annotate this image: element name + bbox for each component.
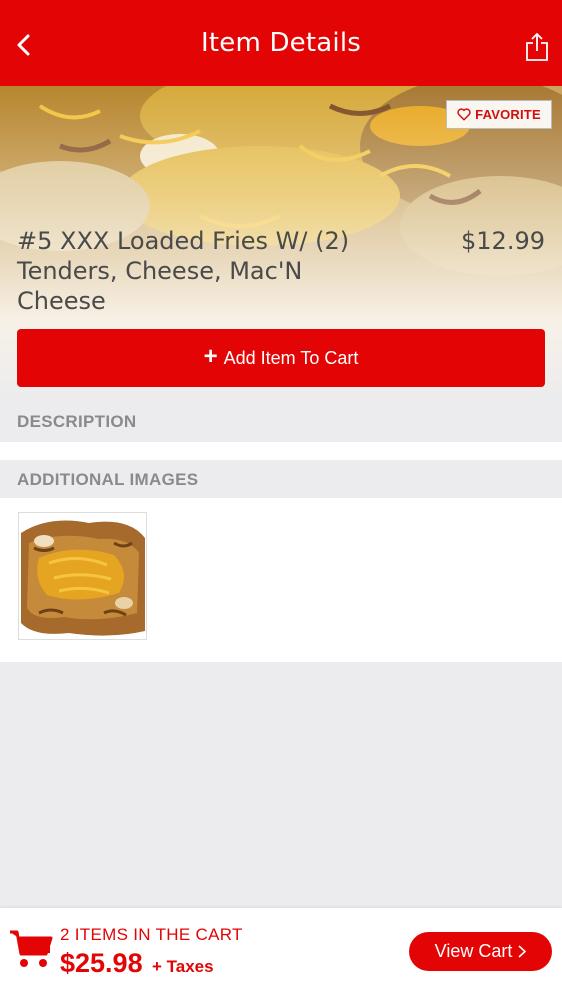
- chevron-right-icon: [518, 945, 527, 958]
- favorite-label: FAVORITE: [475, 107, 541, 122]
- additional-images-title: ADDITIONAL IMAGES: [17, 470, 199, 489]
- chevron-left-icon: [17, 34, 30, 56]
- view-cart-label: View Cart: [434, 941, 513, 961]
- shopping-cart-icon: [10, 930, 53, 967]
- item-price: $12.99: [461, 227, 545, 255]
- page-title: Item Details: [201, 28, 361, 58]
- cart-taxes-note: + Taxes: [152, 957, 214, 976]
- item-name-line: #5 XXX Loaded Fries W/ (2): [17, 227, 350, 255]
- back-button[interactable]: [6, 27, 42, 63]
- cart-item-count: 2 ITEMS IN THE CART: [60, 925, 243, 944]
- heart-icon: [457, 108, 471, 121]
- add-to-cart-button[interactable]: + Add Item To Cart: [17, 329, 545, 387]
- item-name-line: Cheese: [17, 287, 106, 315]
- cart-total: $25.98: [60, 948, 143, 978]
- view-cart-button[interactable]: View Cart: [409, 932, 552, 971]
- description-title: DESCRIPTION: [17, 412, 137, 431]
- share-icon: [526, 32, 548, 61]
- description-body: [0, 442, 562, 460]
- add-to-cart-label: Add Item To Cart: [223, 347, 359, 368]
- plus-icon: +: [203, 343, 218, 370]
- favorite-button[interactable]: FAVORITE: [446, 100, 552, 129]
- item-name: #5 XXX Loaded Fries W/ (2) Tenders, Chee…: [17, 226, 377, 316]
- additional-images-header: ADDITIONAL IMAGES: [0, 462, 562, 498]
- additional-image-thumbnail[interactable]: [18, 512, 147, 640]
- loaded-fries-thumbnail-image: [19, 513, 146, 639]
- item-name-line: Tenders, Cheese, Mac'N: [17, 257, 303, 285]
- description-header: DESCRIPTION: [0, 402, 562, 442]
- share-button[interactable]: [522, 30, 552, 64]
- app-header: Item Details: [0, 0, 562, 86]
